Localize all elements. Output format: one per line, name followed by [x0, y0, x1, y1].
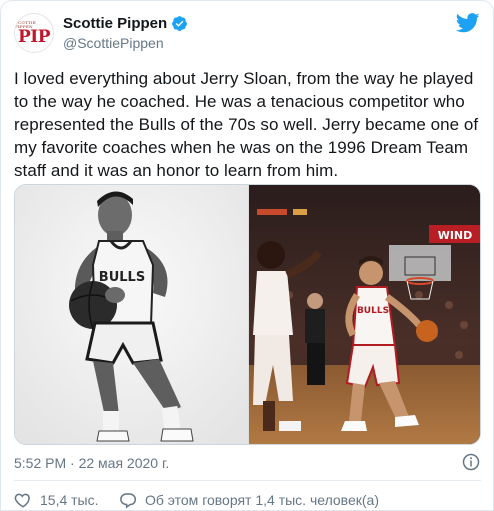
avatar[interactable]: SCOTTIE PIPPEN PIP: [14, 13, 54, 53]
right-banner-text: WIND: [438, 229, 473, 242]
author-name[interactable]: Scottie Pippen: [63, 15, 188, 32]
media-grid[interactable]: BULLS WIND BULLS: [14, 184, 481, 445]
photo-jerry-sloan-bw[interactable]: BULLS: [15, 185, 248, 444]
tweet-timestamp[interactable]: 5:52 PM · 22 мая 2020 г.: [14, 455, 169, 471]
like-count: 15,4 тыс.: [40, 492, 99, 508]
info-icon[interactable]: [462, 453, 480, 471]
left-jersey-text: BULLS: [99, 270, 145, 285]
like-button[interactable]: 15,4 тыс.: [14, 491, 99, 509]
heart-icon: [14, 493, 30, 508]
conversation-text: Об этом говорят 1,4 тыс. человек(а): [145, 492, 379, 508]
tweet-text: I loved everything about Jerry Sloan, fr…: [14, 69, 479, 180]
author-name-text: Scottie Pippen: [63, 15, 168, 32]
author-handle[interactable]: @ScottiePippen: [63, 35, 164, 51]
twitter-bird-icon[interactable]: [456, 13, 480, 33]
conversation-button[interactable]: Об этом говорят 1,4 тыс. человек(а): [119, 491, 379, 509]
avatar-logo-text: PIP: [17, 27, 51, 47]
verified-badge-icon: [172, 16, 188, 31]
tweet-card: SCOTTIE PIPPEN PIP Scottie Pippen @Scott…: [0, 0, 494, 511]
divider: [14, 480, 481, 481]
right-jersey-text: BULLS: [357, 306, 389, 316]
comment-icon: [120, 493, 137, 509]
photo-jerry-sloan-game[interactable]: WIND BULLS: [249, 185, 480, 444]
